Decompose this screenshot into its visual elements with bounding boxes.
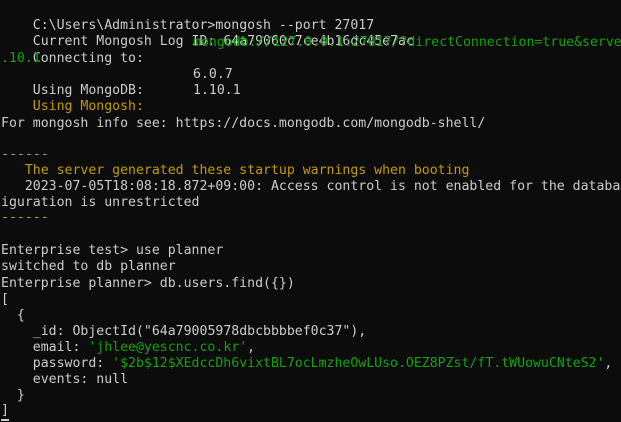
id-value: ObjectId("64a79005978dbcbbbbef0c37"),	[72, 324, 367, 339]
use-planner-result: switched to db planner	[1, 259, 176, 274]
result-open-brace: {	[1, 308, 25, 323]
password-key: password:	[1, 356, 113, 371]
mongosh-label: Using Mongosh:	[32, 99, 144, 114]
password-value: '$2b$12$XEdccDh6vixtBL7ocLmzheOwLUso.OEZ…	[112, 356, 605, 371]
warning-title: The server generated these startup warni…	[1, 163, 470, 178]
warning-separator-bottom: ------	[1, 210, 49, 225]
connecting-line: Connecting to:	[1, 35, 144, 66]
mongodb-version: 6.0.7	[193, 67, 233, 82]
connecting-label: Connecting to:	[32, 51, 144, 66]
command-prompt-line: C:\Users\Administrator>mongosh --port 27…	[1, 2, 374, 33]
id-key: _id:	[1, 324, 73, 339]
result-events-line: events: null	[1, 372, 128, 388]
connection-string: mongodb://127.0.0.1:27017/?directConnect…	[193, 35, 621, 50]
find-users-command: Enterprise planner> db.users.find({})	[1, 276, 295, 291]
email-key: email:	[1, 340, 89, 355]
mongodb-version-line: Using MongoDB:	[1, 67, 144, 98]
result-password-line: password: '$2b$12$XEdccDh6vixtBL7ocLmzhe…	[1, 356, 613, 372]
log-id-line: Current Mongosh Log ID: 64a79060c7ce4b16…	[1, 18, 414, 49]
password-comma: ,	[604, 356, 613, 371]
result-close-brace: }	[1, 388, 25, 403]
use-planner-command: Enterprise test> use planner	[1, 243, 224, 258]
warning-text: 2023-07-05T18:08:18.872+09:00: Access co…	[24, 179, 621, 194]
result-open-bracket: [	[1, 292, 9, 307]
terminal-window[interactable]: C:\Users\Administrator>mongosh --port 27…	[0, 0, 621, 422]
mongosh-version-line: Using Mongosh:	[1, 83, 144, 114]
info-line: For mongosh info see: https://docs.mongo…	[1, 116, 486, 131]
events-key: events:	[1, 372, 97, 387]
warning-text-wrap: iguration is unrestricted	[1, 195, 200, 210]
result-email-line: email: 'jhlee@yescnc.co.kr',	[1, 340, 255, 356]
events-value: null	[96, 372, 129, 387]
mongosh-version: 1.10.1	[193, 83, 241, 98]
connection-string-wrap: .10.1	[1, 51, 41, 66]
result-id-line: _id: ObjectId("64a79005978dbcbbbbef0c37"…	[1, 324, 366, 340]
email-comma: ,	[247, 340, 256, 355]
warning-separator-top: ------	[1, 147, 49, 162]
text-cursor	[1, 419, 9, 421]
result-close-bracket: ]	[1, 403, 9, 418]
email-value: 'jhlee@yescnc.co.kr'	[88, 340, 248, 355]
